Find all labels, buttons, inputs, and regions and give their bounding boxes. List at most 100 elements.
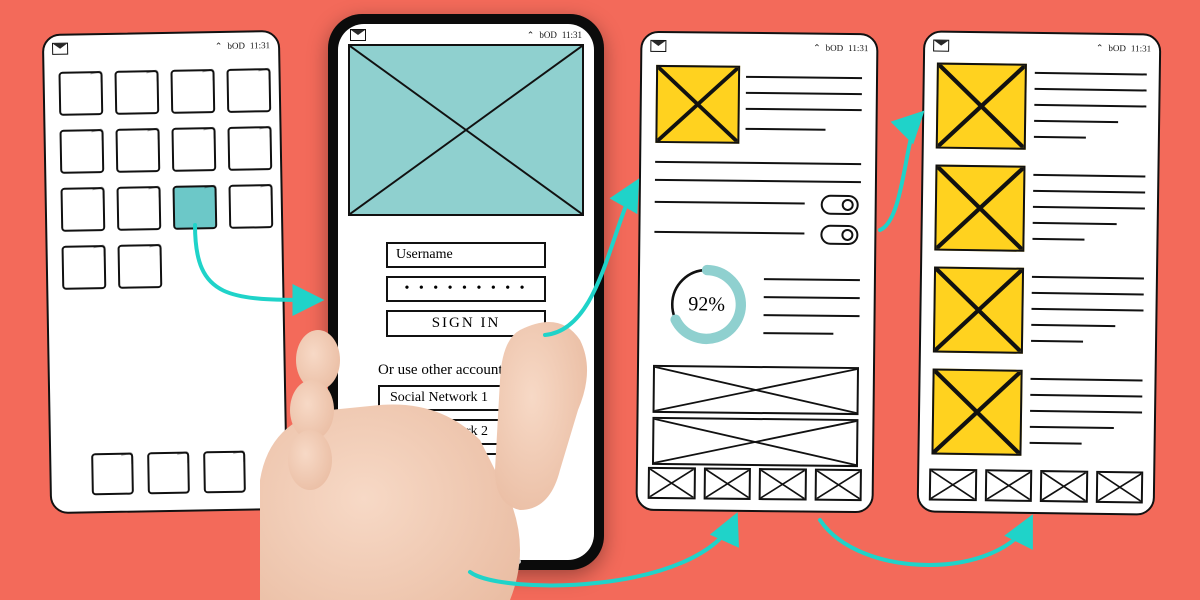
dock-icon[interactable]	[203, 451, 246, 494]
thumbnail-placeholder	[931, 369, 1022, 456]
status-right: ⌃ bOD 11:31	[1096, 42, 1151, 54]
tab-item[interactable]	[759, 468, 807, 500]
feed-row[interactable]	[931, 369, 1142, 458]
text-line	[1035, 88, 1147, 92]
app-icon[interactable]	[117, 186, 162, 231]
app-icon[interactable]	[228, 184, 273, 229]
clock-text: 11:31	[562, 30, 582, 40]
mail-icon	[350, 29, 366, 41]
toggle-switch[interactable]	[821, 195, 859, 215]
app-icon-grid	[58, 68, 268, 290]
sign-in-button[interactable]: SIGN IN	[386, 310, 546, 337]
device-screen: ⌃ bOD 11:31 Username • • • • • • • • • S…	[338, 24, 594, 560]
status-right: ⌃ bOD 11:31	[813, 42, 868, 54]
text-line	[1032, 238, 1084, 241]
screen-profile: ⌃ bOD 11:31 92%	[635, 31, 878, 513]
thumbnail-placeholder	[936, 63, 1027, 150]
hero-image-placeholder	[348, 44, 584, 216]
dock	[51, 450, 286, 496]
text-line	[655, 161, 861, 165]
app-icon[interactable]	[227, 126, 272, 171]
signal-text: bOD	[227, 41, 245, 51]
wifi-icon: ⌃	[813, 42, 821, 53]
alt-login: Or use other account Social Network 1 So…	[378, 362, 554, 487]
tab-item[interactable]	[929, 468, 977, 501]
text-line	[1031, 340, 1083, 343]
username-field[interactable]: Username	[386, 242, 546, 268]
tab-item[interactable]	[984, 469, 1032, 502]
tab-bar	[648, 467, 862, 501]
login-form: Username • • • • • • • • • SIGN IN	[386, 242, 546, 337]
text-line	[764, 314, 860, 317]
mail-icon	[52, 43, 68, 55]
text-line	[1030, 442, 1082, 445]
status-bar: ⌃ bOD 11:31	[52, 38, 270, 56]
feed-row[interactable]	[933, 267, 1144, 356]
app-icon-selected[interactable]	[172, 185, 217, 230]
text-line	[1033, 222, 1117, 225]
tab-item[interactable]	[648, 467, 696, 499]
wifi-icon: ⌃	[215, 40, 223, 51]
wifi-icon: ⌃	[1096, 42, 1104, 53]
tab-item[interactable]	[1040, 470, 1088, 503]
text-line	[1034, 120, 1118, 123]
text-line	[1030, 410, 1142, 414]
social-login-button[interactable]: Social Network 1	[378, 385, 554, 411]
screen-login-device: ⌃ bOD 11:31 Username • • • • • • • • • S…	[328, 14, 604, 570]
text-line	[746, 76, 862, 79]
screen-feed: ⌃ bOD 11:31	[917, 30, 1162, 515]
tab-item[interactable]	[1095, 471, 1143, 504]
text-line	[763, 332, 833, 335]
social-login-button[interactable]: Social Network 3	[378, 453, 554, 479]
dock-icon[interactable]	[147, 452, 190, 495]
app-icon[interactable]	[226, 68, 271, 113]
feed-row[interactable]	[934, 165, 1145, 254]
progress-percent: 92%	[663, 261, 750, 348]
feed-row[interactable]	[936, 63, 1147, 152]
avatar-placeholder	[655, 65, 740, 144]
alt-login-label: Or use other account	[378, 362, 554, 379]
status-right: ⌃ bOD 11:31	[527, 30, 582, 41]
dock-icon[interactable]	[91, 453, 134, 496]
status-bar: ⌃ bOD 11:31	[650, 39, 868, 55]
image-placeholder	[653, 365, 859, 415]
app-icon[interactable]	[114, 70, 159, 115]
text-line	[655, 201, 805, 205]
text-line	[654, 231, 804, 235]
app-icon[interactable]	[170, 69, 215, 114]
text-line	[746, 92, 862, 95]
text-line	[1031, 308, 1143, 312]
status-bar: ⌃ bOD 11:31	[933, 39, 1151, 56]
app-icon[interactable]	[62, 245, 107, 290]
tab-bar	[929, 468, 1143, 503]
signal-text: bOD	[539, 30, 557, 40]
status-bar: ⌃ bOD 11:31	[350, 28, 582, 42]
app-icon[interactable]	[58, 71, 103, 116]
status-right: ⌃ bOD 11:31	[215, 40, 270, 52]
toggle-switch[interactable]	[820, 225, 858, 245]
app-icon[interactable]	[60, 129, 105, 174]
social-login-button[interactable]: Social Network 2	[378, 419, 554, 445]
home-bar[interactable]	[411, 559, 521, 564]
text-line	[1033, 190, 1145, 194]
text-line	[1031, 378, 1143, 382]
mail-icon	[933, 40, 949, 52]
app-icon[interactable]	[118, 244, 163, 289]
password-field[interactable]: • • • • • • • • •	[386, 276, 546, 302]
thumbnail-placeholder	[934, 165, 1025, 252]
text-line	[1035, 72, 1147, 76]
tab-item[interactable]	[814, 469, 862, 501]
app-icon[interactable]	[61, 187, 106, 232]
wifi-icon: ⌃	[527, 30, 535, 41]
text-line	[764, 278, 860, 281]
clock-text: 11:31	[250, 40, 270, 50]
text-line	[1034, 136, 1086, 139]
text-line	[764, 296, 860, 299]
app-icon[interactable]	[115, 128, 160, 173]
progress-gauge: 92%	[663, 261, 750, 348]
tab-item[interactable]	[703, 467, 751, 499]
app-icon[interactable]	[171, 127, 216, 172]
text-line	[1030, 394, 1142, 398]
text-line	[1030, 426, 1114, 429]
text-line	[1032, 276, 1144, 280]
